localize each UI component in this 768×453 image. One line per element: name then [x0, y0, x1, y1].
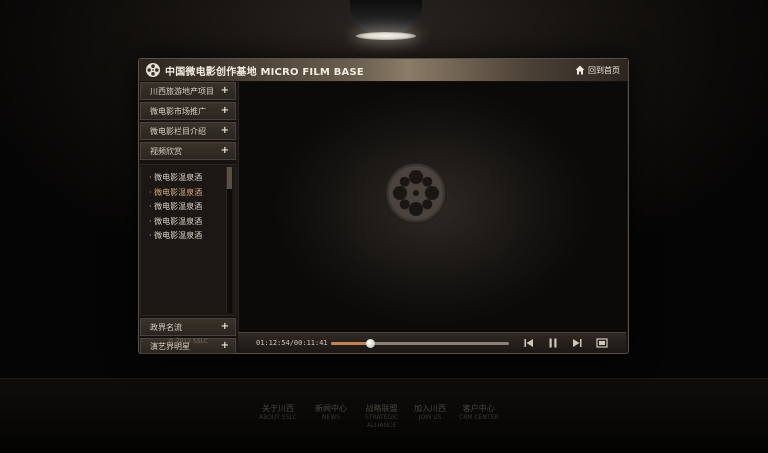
- plus-icon: +: [220, 125, 229, 136]
- progress-bar[interactable]: [331, 339, 509, 348]
- scrollbar-thumb[interactable]: [227, 167, 232, 189]
- player-window: 中国微电影创作基地 MICRO FILM BASE 回到首页 川西旅游地产项目 …: [138, 58, 629, 354]
- list-item-active[interactable]: · 微电影温泉酒: [149, 186, 202, 201]
- sidebar-item-label: 微电影栏目介绍: [150, 127, 206, 136]
- footer-link-about[interactable]: 关于川西 ABOUT SSLC: [259, 403, 297, 422]
- time-display: 01:12:54/00:11:41: [256, 339, 328, 347]
- footer-nav: 关于川西 ABOUT SSLC 新闻中心 NEWS 战略联盟 STRATEGIC…: [254, 403, 524, 433]
- footer-link-en: NEWS: [321, 414, 341, 421]
- footer-link-alliance[interactable]: 战略联盟 STRATEGIC ALLIANCE: [365, 403, 398, 430]
- page-title: 中国微电影创作基地 MICRO FILM BASE: [165, 67, 364, 78]
- video-list: · 微电影温泉酒 · 微电影温泉酒 · 微电影温泉酒 · 微电影温泉酒 · 微电…: [149, 171, 202, 244]
- lamp-shade: [350, 0, 422, 36]
- list-item[interactable]: · 微电影温泉酒: [149, 171, 202, 186]
- progress-fill: [331, 342, 371, 345]
- player-controls: 01:12:54/00:11:41: [238, 332, 626, 353]
- plus-icon: +: [220, 85, 229, 96]
- video-list-panel: · 微电影温泉酒 · 微电影温泉酒 · 微电影温泉酒 · 微电影温泉酒 · 微电…: [140, 164, 236, 316]
- footer-link-en: JOIN US: [418, 414, 442, 421]
- ceiling-lamp: [350, 0, 422, 42]
- home-icon: [575, 65, 585, 75]
- home-link[interactable]: 回到首页: [575, 64, 620, 76]
- footer-link-en: CRM CENTER: [459, 414, 499, 421]
- pause-icon[interactable]: [547, 337, 559, 349]
- sidebar-item-videos[interactable]: 视频欣赏 +: [140, 142, 236, 160]
- title-bar: 中国微电影创作基地 MICRO FILM BASE 回到首页: [139, 59, 628, 82]
- plus-icon: +: [220, 105, 229, 116]
- footer-link-en: STRATEGIC: [365, 414, 399, 421]
- footer-link-en: ALLIANCE: [366, 422, 397, 429]
- film-reel-icon: [146, 63, 160, 77]
- footer-link-join[interactable]: 加入川西 JOIN US: [414, 403, 446, 422]
- copyright-text: © 2012 SSLC: [167, 338, 209, 345]
- plus-icon: +: [220, 321, 229, 332]
- home-link-label: 回到首页: [588, 65, 620, 75]
- footer-link-en: ABOUT SSLC: [259, 414, 297, 421]
- footer-link-news[interactable]: 新闻中心 NEWS: [315, 403, 347, 422]
- sidebar-item-label: 微电影市场推广: [150, 107, 206, 116]
- video-area[interactable]: [238, 82, 627, 332]
- film-reel-icon[interactable]: [385, 162, 447, 224]
- footer-link-cn: 新闻中心: [315, 404, 347, 413]
- fullscreen-icon[interactable]: [596, 337, 608, 349]
- previous-icon[interactable]: [523, 337, 535, 349]
- lamp-light: [356, 32, 416, 40]
- footer-link-cn: 客户中心: [462, 404, 495, 413]
- footer-link-cn: 关于川西: [261, 404, 294, 413]
- footer-link-cn: 战略联盟: [365, 404, 398, 413]
- sidebar-item-politics[interactable]: 政界名流 +: [140, 318, 236, 336]
- list-item[interactable]: · 微电影温泉酒: [149, 215, 202, 230]
- sidebar-item-label: 视频欣赏: [150, 147, 182, 156]
- plus-icon: +: [220, 145, 229, 156]
- sidebar: 川西旅游地产项目 + 微电影市场推广 + 微电影栏目介绍 + 视频欣赏 + · …: [140, 82, 236, 354]
- list-item[interactable]: · 微电影温泉酒: [149, 229, 202, 244]
- sidebar-item-tourism[interactable]: 川西旅游地产项目 +: [140, 82, 236, 100]
- sidebar-item-label: 政界名流: [150, 323, 182, 332]
- progress-knob[interactable]: [366, 339, 376, 348]
- footer-link-crm[interactable]: 客户中心 CRM CENTER: [459, 403, 499, 422]
- next-icon[interactable]: [571, 337, 583, 349]
- footer-link-cn: 加入川西: [414, 404, 446, 413]
- sidebar-item-marketing[interactable]: 微电影市场推广 +: [140, 102, 236, 120]
- sidebar-item-columns[interactable]: 微电影栏目介绍 +: [140, 122, 236, 140]
- sidebar-item-label: 川西旅游地产项目: [150, 87, 214, 96]
- list-item[interactable]: · 微电影温泉酒: [149, 200, 202, 215]
- list-scrollbar[interactable]: [226, 167, 232, 313]
